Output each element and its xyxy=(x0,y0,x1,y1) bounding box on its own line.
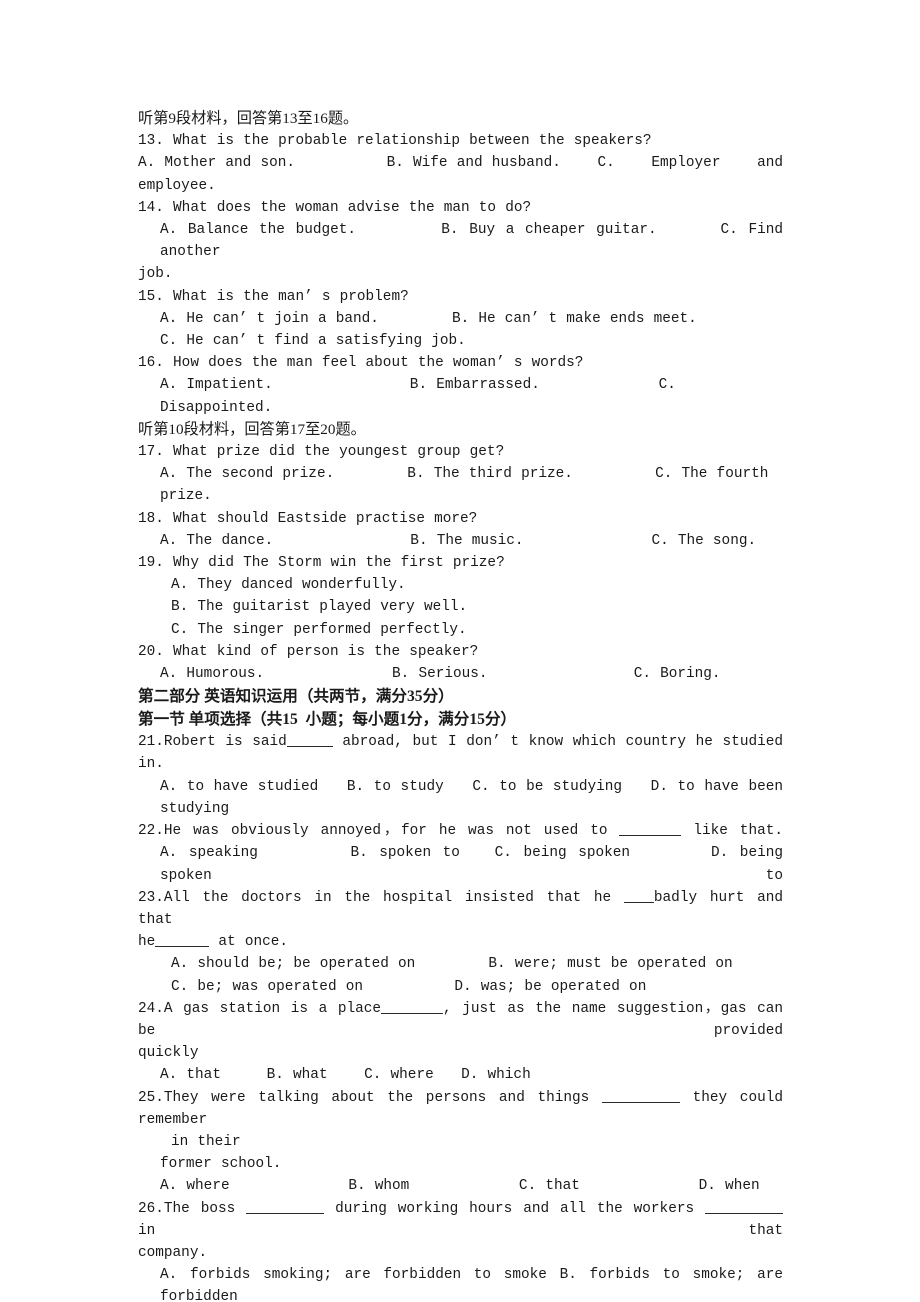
question-16-stem: 16. How does the man feel about the woma… xyxy=(138,355,584,372)
question-25-blank xyxy=(601,1090,680,1103)
question-22-stem-pre: 22.He was obviously annoyed，for he was n… xyxy=(138,823,620,840)
question-14-stem: 14. What does the woman advise the man t… xyxy=(138,199,532,216)
question-23-stem-line2-pre: he xyxy=(138,934,156,951)
question-25-stem-pre: 25.They were talking about the persons a… xyxy=(138,1089,602,1106)
question-26-blank-1 xyxy=(246,1201,325,1214)
question-19-option-b: B. The guitarist played very well. xyxy=(171,599,468,616)
question-13-options-row1: A. Mother and son. B. Wife and husband. … xyxy=(138,155,783,172)
question-22-stem-post: like that. xyxy=(681,823,783,840)
question-15-options-row1: A. He can’ t join a band. B. He can’ t m… xyxy=(160,310,697,327)
question-14-options-row1: A. Balance the budget. B. Buy a cheaper … xyxy=(160,222,793,261)
question-16-options-row1: A. Impatient. B. Embarrassed. C. Disappo… xyxy=(160,377,686,416)
listening-directive-10: 听第10段材料，回答第17至20题。 xyxy=(138,420,366,438)
question-13-stem: 13. What is the probable relationship be… xyxy=(138,133,652,150)
question-19-option-a: A. They danced wonderfully. xyxy=(171,577,406,594)
question-22-blank xyxy=(619,823,682,837)
question-19-option-c: C. The singer performed perfectly. xyxy=(171,621,467,638)
question-23-stem-line2: he at once. xyxy=(138,931,783,953)
question-23-stem-pre: 23.All the doctors in the hospital insis… xyxy=(138,889,624,906)
question-21-options: A. to have studied B. to study C. to be … xyxy=(160,778,793,817)
question-21-stem: 21.Robert is said abroad, but I don’ t k… xyxy=(138,731,783,775)
part-two-heading: 第二部分 英语知识运用（共两节，满分35分） xyxy=(138,688,454,706)
question-25-stem: 25.They were talking about the persons a… xyxy=(138,1087,783,1131)
question-20-stem: 20. What kind of person is the speaker? xyxy=(138,643,479,660)
question-23-stem: 23.All the doctors in the hospital insis… xyxy=(138,887,783,931)
question-23-options-ab: A. should be; be operated on B. were; mu… xyxy=(171,956,733,973)
exam-paper-page: 听第9段材料，回答第13至16题。 13. What is the probab… xyxy=(0,0,920,1302)
question-24-stem: 24.A gas station is a place, just as the… xyxy=(138,998,783,1042)
question-24-stem-pre: 24.A gas station is a place xyxy=(138,1000,381,1017)
question-26-blank-2 xyxy=(705,1201,783,1214)
section-one-heading: 第一节 单项选择（共15 小题；每小题1分，满分15分） xyxy=(138,711,517,729)
question-21-stem-pre: 21.Robert is said xyxy=(138,734,287,751)
question-23-blank-1 xyxy=(623,890,654,903)
question-20-options-row1: A. Humorous. B. Serious. C. Boring. xyxy=(160,666,721,683)
question-26-stem-pre: 26.The boss xyxy=(138,1200,247,1217)
question-22-stem: 22.He was obviously annoyed，for he was n… xyxy=(138,820,783,842)
question-26-stem-line2: company. xyxy=(138,1244,208,1261)
question-26-stem: 26.The boss during working hours and all… xyxy=(138,1198,783,1242)
question-17-options-row1: A. The second prize. B. The third prize.… xyxy=(160,466,778,505)
question-19-stem: 19. Why did The Storm win the first priz… xyxy=(138,555,505,572)
question-18-options-row1: A. The dance. B. The music. C. The song. xyxy=(160,532,757,549)
question-26-stem-mid: during working hours and all the workers xyxy=(324,1200,705,1217)
question-23-stem-line2-post: at once. xyxy=(209,934,289,951)
question-15-stem: 15. What is the man’ s problem? xyxy=(138,288,409,305)
question-25-stem-line2: in their xyxy=(171,1133,241,1150)
question-24-options: A. that B. what C. where D. which xyxy=(160,1067,531,1084)
listening-directive-9: 听第9段材料，回答第13至16题。 xyxy=(138,110,359,127)
question-15-options-row2: C. He can’ t find a satisfying job. xyxy=(160,333,466,350)
question-17-stem: 17. What prize did the youngest group ge… xyxy=(138,444,505,461)
question-22-options: A. speaking B. spoken to C. being spoken… xyxy=(160,845,793,884)
question-13-options-row2: employee. xyxy=(138,177,216,194)
question-25-options: A. where B. whom C. that D. when xyxy=(160,1178,760,1195)
question-25-stem-line3: former school. xyxy=(160,1156,282,1173)
question-21-blank xyxy=(286,734,333,748)
question-14-options-row2: job. xyxy=(138,266,173,283)
page-content: 听第9段材料，回答第13至16题。 13. What is the probab… xyxy=(138,108,783,1302)
question-23-blank-2 xyxy=(155,934,210,948)
question-23-options-cd: C. be; was operated on D. was; be operat… xyxy=(171,978,647,995)
question-26-options-ab-line1: A. forbids smoking; are forbidden to smo… xyxy=(160,1267,793,1302)
question-24-stem-line2: quickly xyxy=(138,1045,199,1062)
question-18-stem: 18. What should Eastside practise more? xyxy=(138,510,478,527)
question-24-blank xyxy=(381,1001,443,1014)
